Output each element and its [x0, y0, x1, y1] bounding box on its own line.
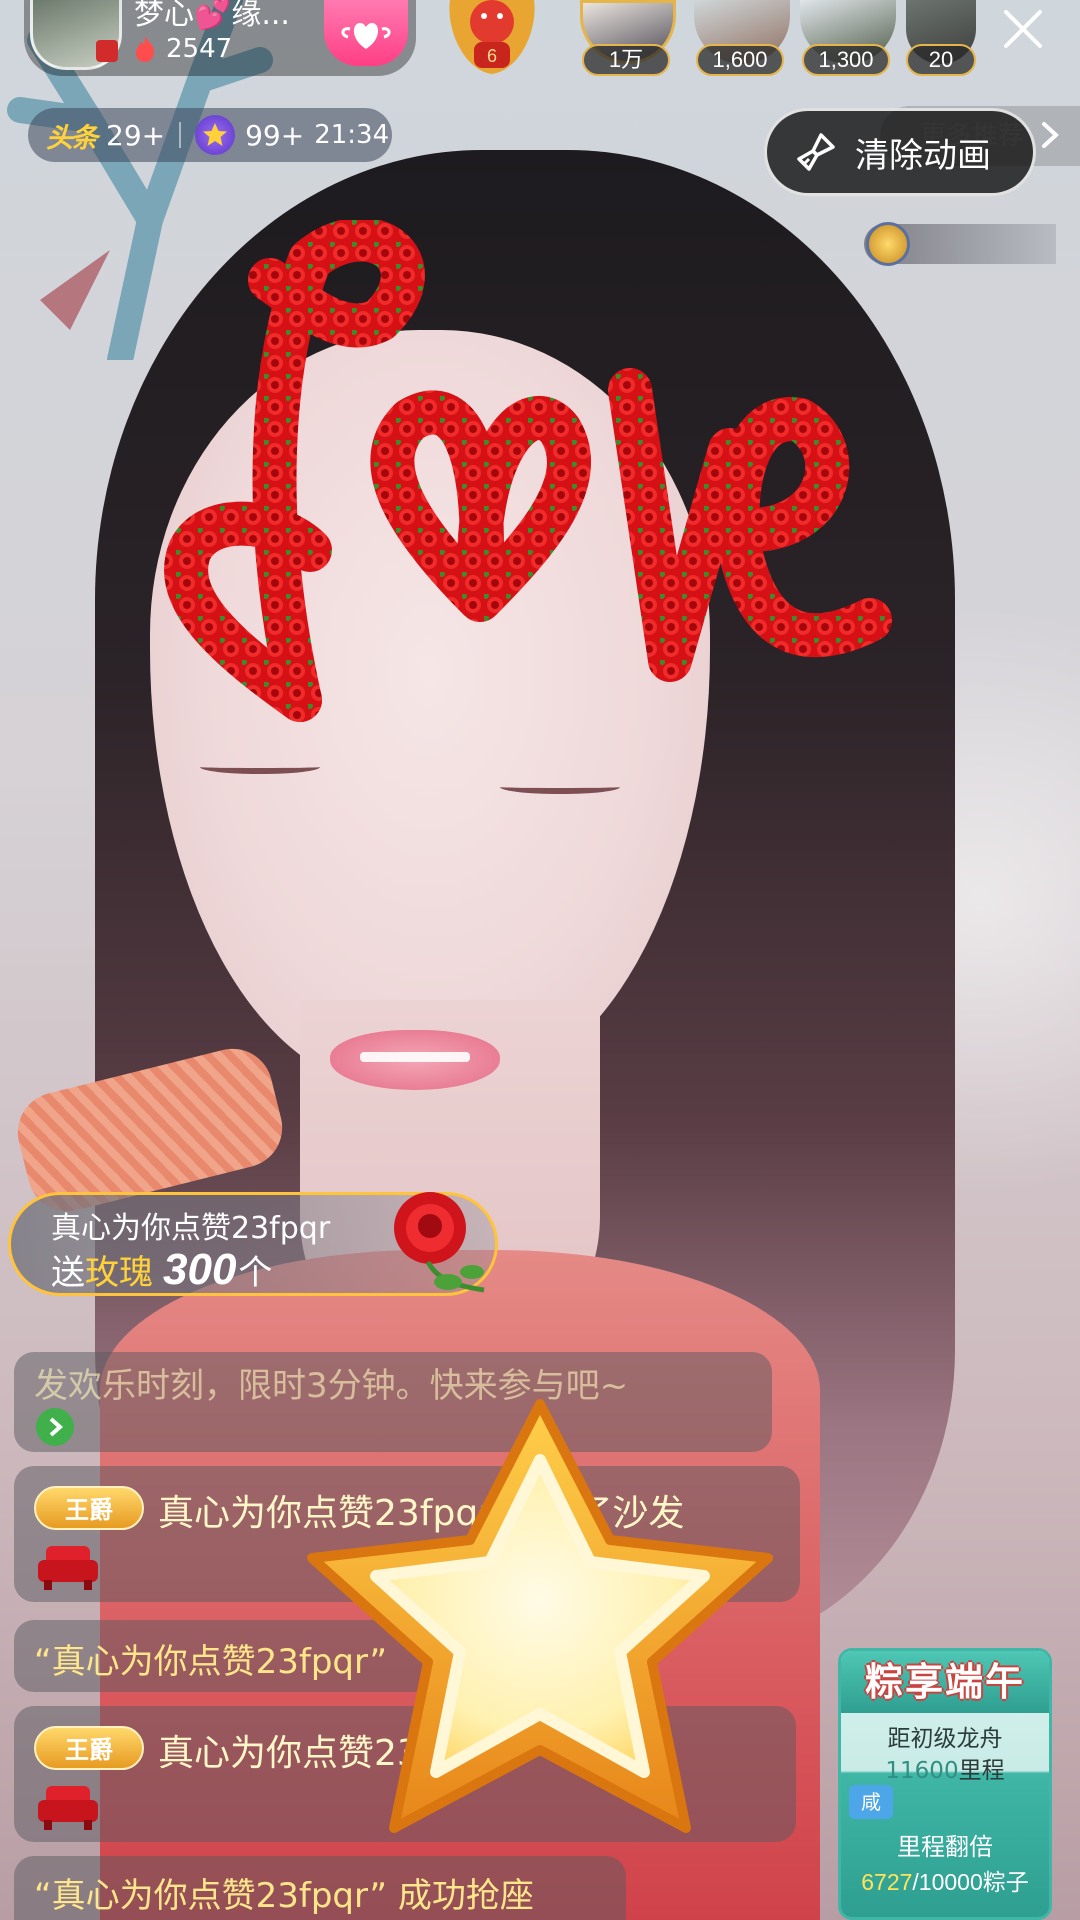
- vip-badge: 王爵: [34, 1486, 144, 1530]
- gift-unit: 个: [238, 1253, 273, 1293]
- host-heat: 2547: [134, 34, 232, 64]
- rose-gift-icon: [394, 1192, 485, 1293]
- top-viewer-count-2: 1,600: [696, 44, 784, 76]
- vip-badge: 王爵: [34, 1726, 144, 1770]
- event-target-label: 距初级龙舟: [887, 1726, 1003, 1752]
- divider: [179, 122, 182, 148]
- lips: [330, 1030, 500, 1090]
- star-count: 99+: [245, 118, 305, 152]
- event-progress-target: /10000粽子: [912, 1869, 1029, 1895]
- right-eye: [500, 780, 620, 794]
- gift-count: 300: [163, 1245, 237, 1294]
- event-tag: 咸: [849, 1785, 893, 1819]
- sofa-icon: [38, 1546, 98, 1590]
- close-icon[interactable]: [1000, 6, 1046, 52]
- event-title: 粽享端午: [841, 1651, 1049, 1713]
- gift-sender: 真心为你点赞23fpqr: [51, 1211, 331, 1246]
- chat-text: “真心为你点赞23fpqr” 成功抢座: [34, 1876, 534, 1916]
- event-distance: 11600里程: [841, 1751, 1049, 1785]
- headline-bar[interactable]: 头条 29+ 99+ 21:34: [28, 108, 392, 162]
- star-animation-icon: [307, 1399, 773, 1833]
- top-viewer-count-1: 1万: [582, 44, 670, 76]
- top-viewer-count-3: 1,300: [802, 44, 890, 76]
- gift-action: 送: [51, 1253, 85, 1293]
- rank-badge-icon[interactable]: 6: [440, 0, 544, 76]
- rose-love-animation: [164, 220, 892, 722]
- arrow-right-icon[interactable]: [36, 1408, 74, 1446]
- sofa-icon: [38, 1786, 98, 1830]
- dragon-boat-event-widget[interactable]: 粽享端午 距初级龙舟 11600里程 咸 里程翻倍 6727/10000粽子: [838, 1648, 1052, 1920]
- left-eye: [200, 760, 320, 774]
- star-icon: [195, 115, 236, 155]
- toutiao-logo: 头条: [46, 122, 98, 154]
- event-bonus-label: 里程翻倍: [897, 1833, 993, 1861]
- follow-button[interactable]: [324, 0, 408, 66]
- clear-animation-label: 清除动画: [855, 135, 991, 176]
- clock-time: 21:34: [314, 120, 390, 150]
- flame-icon: [136, 36, 155, 62]
- event-progress-current: 6727: [861, 1869, 913, 1895]
- heat-value: 2547: [166, 34, 233, 64]
- chevron-right-icon[interactable]: [1040, 120, 1062, 150]
- event-progress: 6727/10000粽子: [841, 1863, 1049, 1897]
- gift-name: 玫瑰: [85, 1253, 153, 1293]
- live-flag-icon: [96, 40, 118, 62]
- rank-level: 6: [487, 46, 497, 66]
- headline-count: 29+: [106, 118, 166, 152]
- event-distance-unit: 里程: [958, 1758, 1005, 1784]
- host-name: 梦心💕缘...: [134, 0, 290, 32]
- rank-medal-icon: [866, 222, 910, 266]
- gift-line: 送 玫瑰 300 个: [51, 1245, 272, 1295]
- broom-icon: [797, 133, 835, 171]
- heart-wings-icon: [341, 23, 391, 49]
- top-viewer-count-4: 20: [906, 44, 976, 76]
- chat-message-quote[interactable]: “真心为你点赞23fpqr” 成功抢座: [14, 1856, 626, 1920]
- clear-animation-button[interactable]: 清除动画: [764, 108, 1036, 196]
- event-distance-value: 11600: [885, 1758, 959, 1784]
